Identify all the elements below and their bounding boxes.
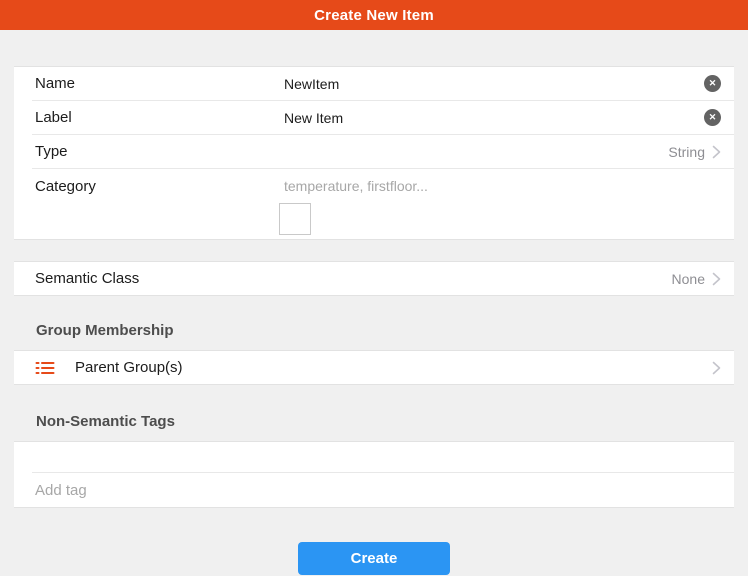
label-input[interactable] [284,110,696,126]
page-title: Create New Item [314,7,434,24]
dialog-titlebar: Create New Item [0,0,748,30]
label-field-row: Label ✕ [14,101,734,134]
group-membership-card: Parent Group(s) [14,350,734,385]
name-input[interactable] [284,76,696,92]
list-bullet-icon [35,360,55,376]
item-form-card: Name ✕ Label ✕ Type String Category [14,66,734,240]
category-field-label: Category [35,178,284,195]
category-input[interactable] [284,178,721,194]
chevron-right-icon [712,361,721,375]
type-field-label: Type [35,143,284,160]
type-selected-value: String [668,144,705,160]
type-select-row[interactable]: Type String [14,135,734,168]
category-field-row: Category [14,169,734,239]
parent-groups-label: Parent Group(s) [75,359,183,376]
clear-circle-icon[interactable]: ✕ [704,75,721,92]
semantic-class-selected-value: None [672,271,705,287]
semantic-class-select-row[interactable]: Semantic Class None [14,262,734,295]
name-field-row: Name ✕ [14,67,734,100]
chevron-right-icon [712,145,721,159]
parent-groups-row[interactable]: Parent Group(s) [14,351,734,384]
add-tag-row [14,473,734,507]
label-field-label: Label [35,109,284,126]
semantic-class-card: Semantic Class None [14,261,734,296]
category-icon-preview [279,203,311,235]
tags-card [14,441,734,508]
tags-section-title: Non-Semantic Tags [36,413,734,430]
tags-list-empty [14,442,734,472]
chevron-right-icon [712,272,721,286]
semantic-class-label: Semantic Class [35,270,284,287]
group-membership-section-title: Group Membership [36,322,734,339]
clear-circle-icon[interactable]: ✕ [704,109,721,126]
create-button[interactable]: Create [298,542,450,575]
add-tag-input[interactable] [35,482,721,499]
name-field-label: Name [35,75,284,92]
